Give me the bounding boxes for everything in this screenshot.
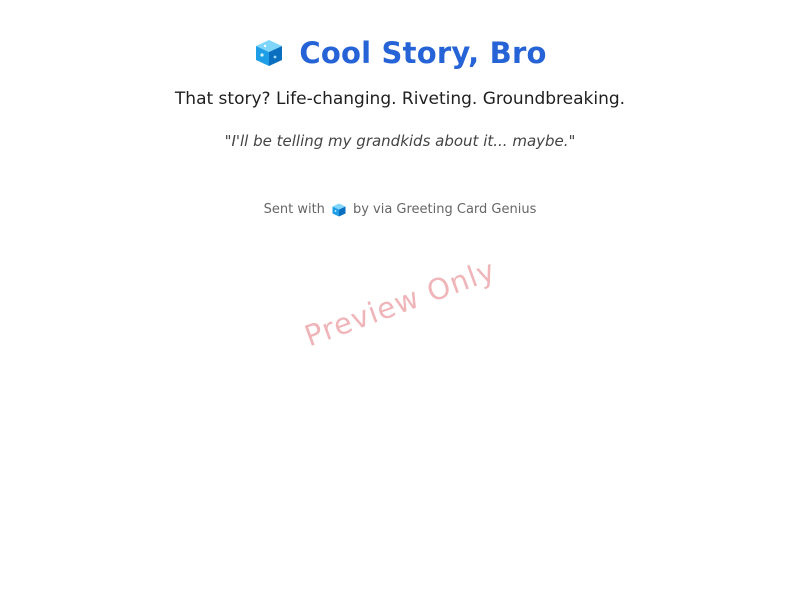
footer-suffix: by via Greeting Card Genius	[352, 202, 537, 217]
footer-prefix: Sent with	[263, 202, 325, 217]
title-row: Cool Story, Bro	[0, 36, 800, 70]
card-footer: Sent with by via Greeting Card Genius	[0, 201, 800, 219]
card-quote: "I'll be telling my grandkids about it..…	[224, 132, 576, 150]
ice-cube-icon	[253, 37, 285, 69]
card-subtitle: That story? Life-changing. Riveting. Gro…	[174, 89, 626, 109]
card-title: Cool Story, Bro	[299, 36, 547, 70]
greeting-card: Cool Story, Bro That story? Life-changin…	[0, 0, 800, 600]
ice-cube-icon	[331, 202, 347, 218]
